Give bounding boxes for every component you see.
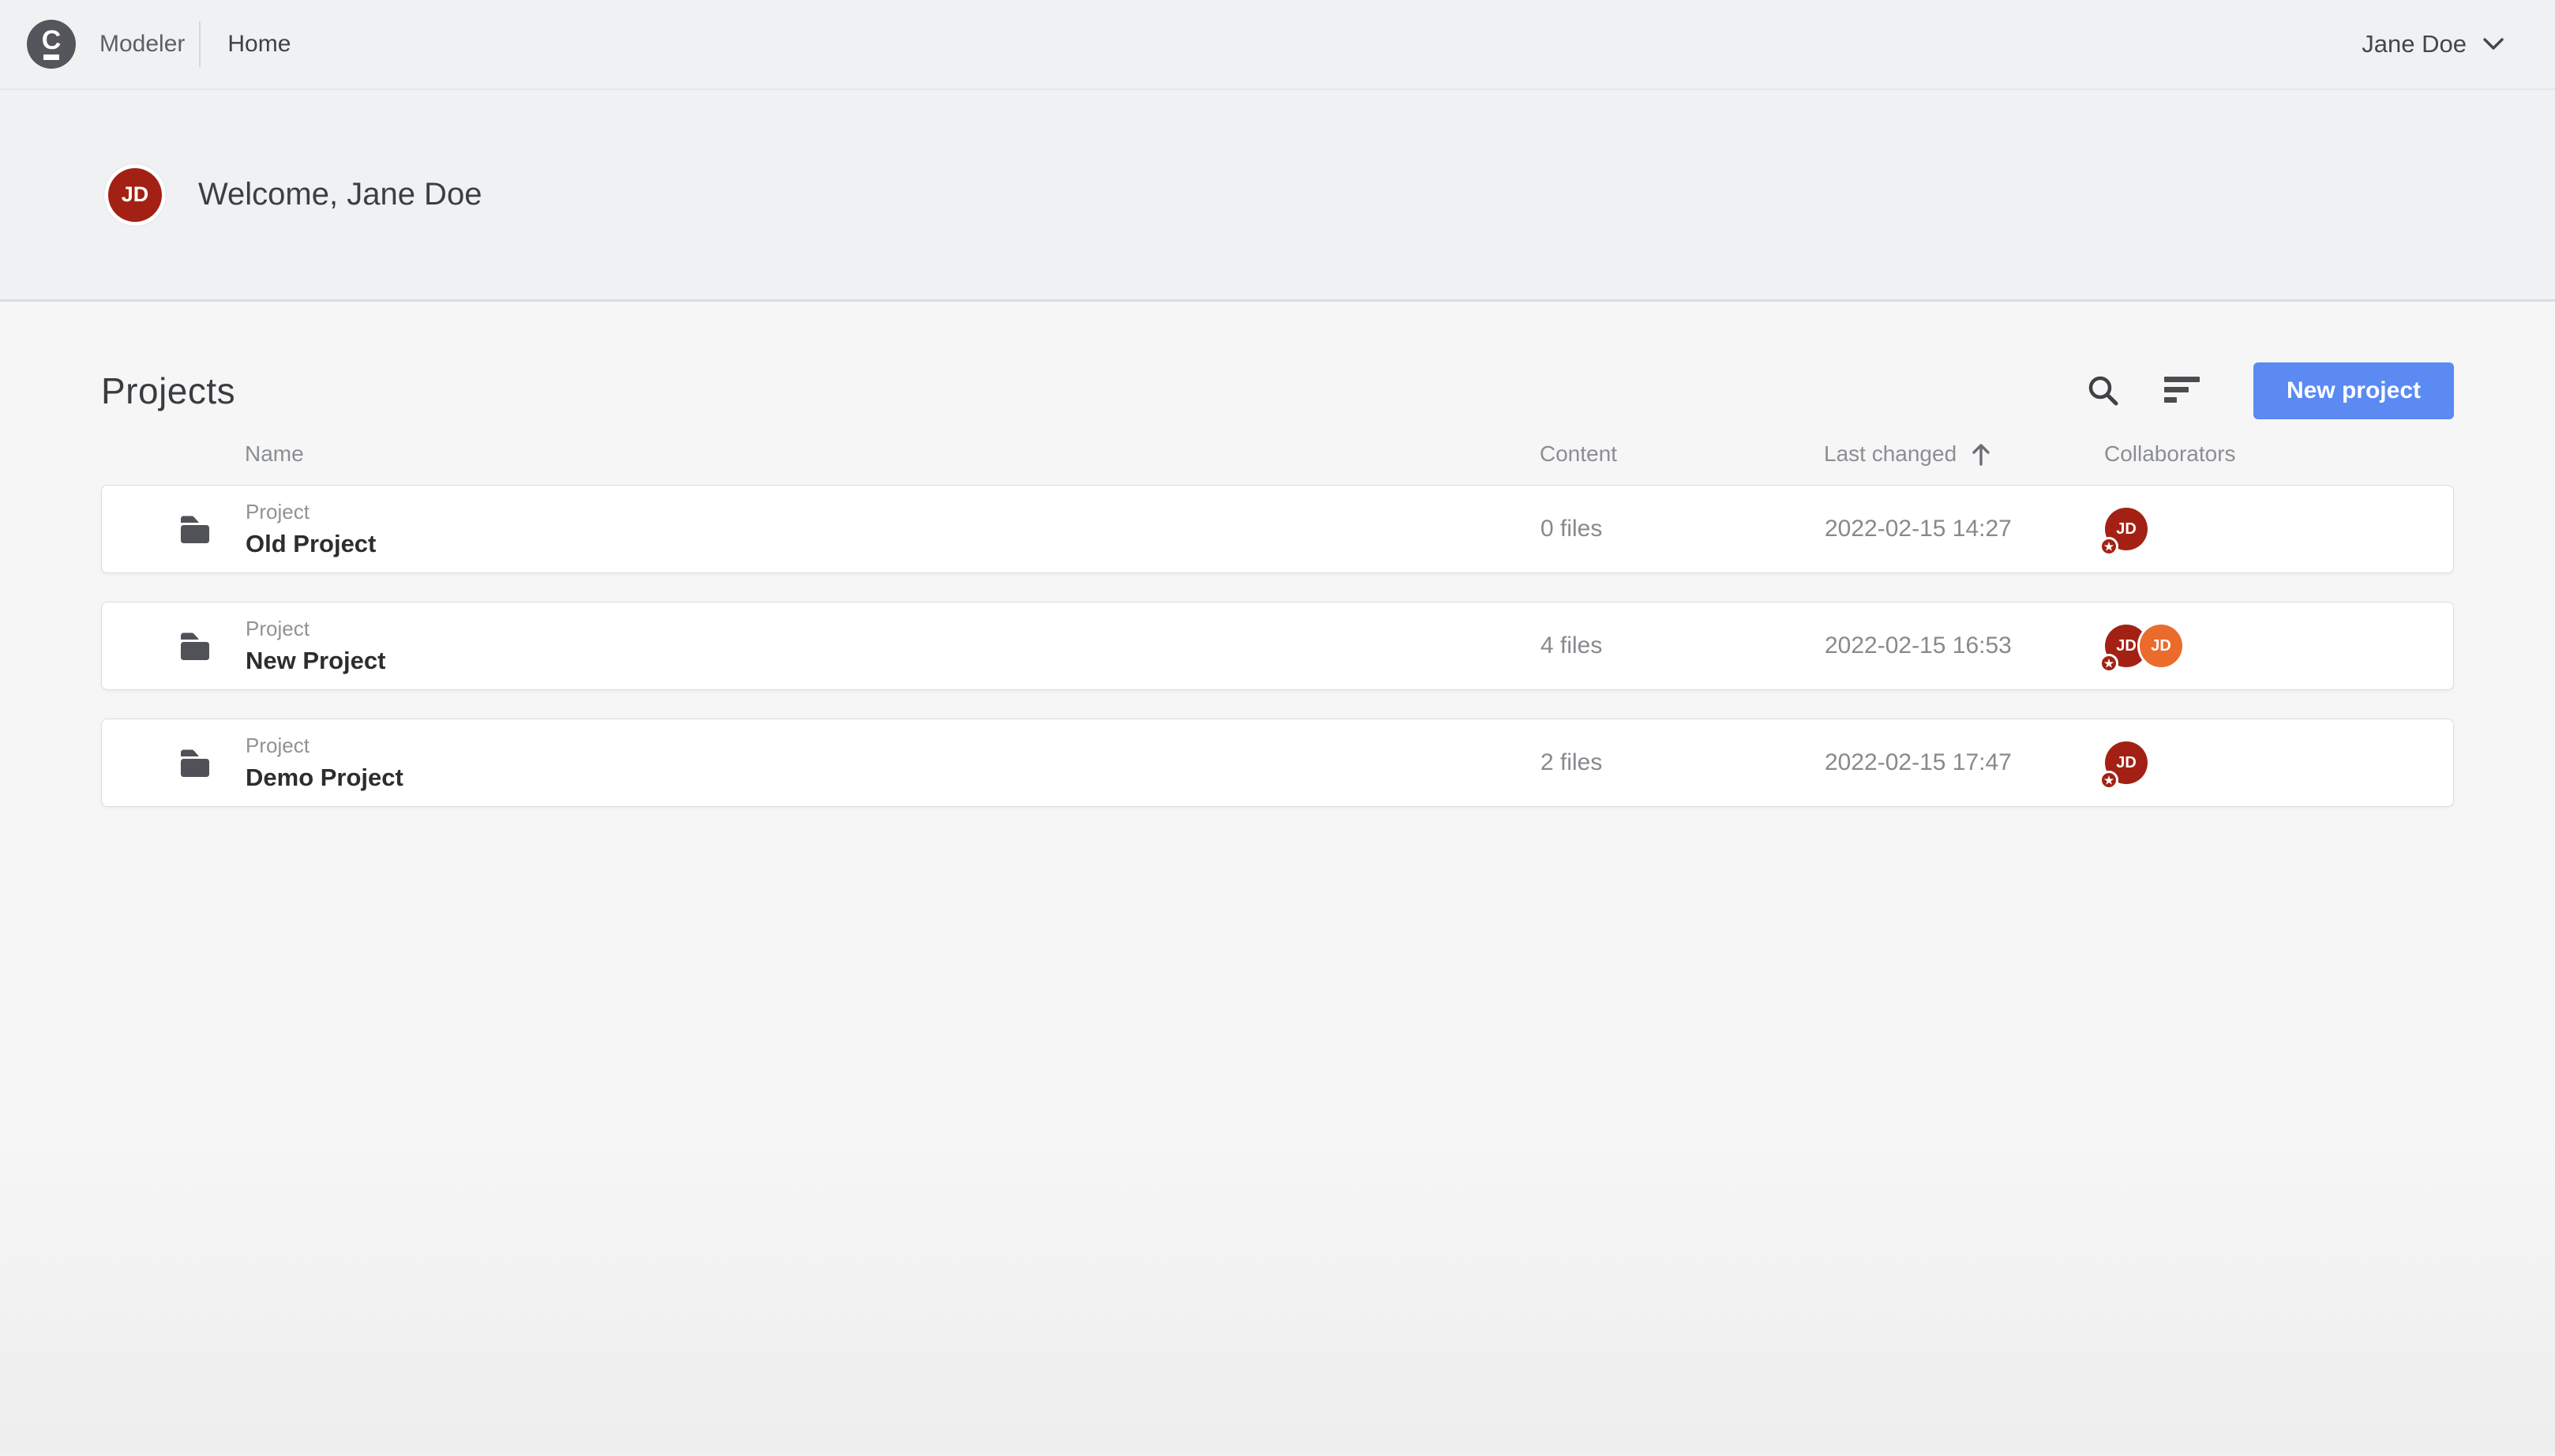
owner-star-badge-icon: ★: [2099, 771, 2118, 790]
owner-star-badge-icon: ★: [2099, 537, 2118, 556]
project-row-old-project[interactable]: Project Old Project 0 files 2022-02-15 1…: [101, 485, 2454, 573]
row-collaborators: JD ★: [2105, 741, 2455, 784]
logo-underline: [43, 54, 59, 60]
user-avatar: JD: [108, 168, 162, 222]
projects-list: Project Old Project 0 files 2022-02-15 1…: [101, 485, 2454, 807]
row-collaborators: JD ★ JD: [2105, 625, 2455, 667]
folder-icon: [176, 510, 214, 548]
collaborator-avatar: JD ★: [2105, 508, 2148, 550]
column-header-collaborators: Collaborators: [2104, 441, 2454, 467]
project-row-demo-project[interactable]: Project Demo Project 2 files 2022-02-15 …: [101, 719, 2454, 807]
row-type-label: Project: [246, 500, 376, 524]
row-type-label: Project: [246, 734, 403, 758]
collaborator-avatar: JD ★: [2105, 741, 2148, 784]
column-header-content[interactable]: Content: [1540, 441, 1824, 467]
row-content-count: 2 files: [1540, 749, 1825, 776]
sort-button[interactable]: [2163, 372, 2201, 410]
folder-icon: [176, 744, 214, 782]
nav-divider: [199, 21, 201, 67]
nav-item-home[interactable]: Home: [227, 31, 291, 58]
camunda-logo-icon[interactable]: C: [27, 20, 76, 69]
top-nav: C Modeler Home Jane Doe: [0, 0, 2555, 90]
sort-icon: [2164, 375, 2200, 407]
app-name-label: Modeler: [99, 31, 185, 58]
projects-section: Projects New project Name Content La: [0, 302, 2555, 1452]
project-row-new-project[interactable]: Project New Project 4 files 2022-02-15 1…: [101, 602, 2454, 690]
welcome-message: Welcome, Jane Doe: [198, 177, 482, 212]
avatar-initials: JD: [122, 182, 149, 207]
row-project-name: Demo Project: [246, 764, 403, 792]
chevron-down-icon: [2482, 36, 2504, 52]
page-title: Projects: [101, 370, 235, 412]
logo-letter: C: [42, 28, 62, 52]
row-last-changed: 2022-02-15 16:53: [1825, 632, 2105, 659]
welcome-banner: JD Welcome, Jane Doe: [0, 90, 2555, 302]
user-name-label: Jane Doe: [2362, 30, 2467, 58]
owner-star-badge-icon: ★: [2099, 654, 2118, 673]
sort-ascending-icon: [1969, 441, 1993, 467]
row-project-name: Old Project: [246, 530, 376, 558]
user-menu[interactable]: Jane Doe: [2362, 30, 2504, 58]
column-header-name[interactable]: Name: [101, 441, 1540, 467]
folder-icon: [176, 627, 214, 665]
table-header-row: Name Content Last changed Collaborators: [101, 431, 2454, 477]
row-last-changed: 2022-02-15 14:27: [1825, 516, 2105, 542]
collaborator-avatar: JD: [2140, 625, 2182, 667]
new-project-button[interactable]: New project: [2253, 362, 2454, 419]
row-last-changed: 2022-02-15 17:47: [1825, 749, 2105, 776]
search-icon: [2085, 373, 2122, 409]
row-type-label: Project: [246, 617, 385, 641]
row-collaborators: JD ★: [2105, 508, 2455, 550]
row-content-count: 4 files: [1540, 632, 1825, 659]
column-header-last-changed[interactable]: Last changed: [1824, 441, 2104, 467]
row-project-name: New Project: [246, 647, 385, 675]
search-button[interactable]: [2084, 372, 2122, 410]
row-content-count: 0 files: [1540, 516, 1825, 542]
